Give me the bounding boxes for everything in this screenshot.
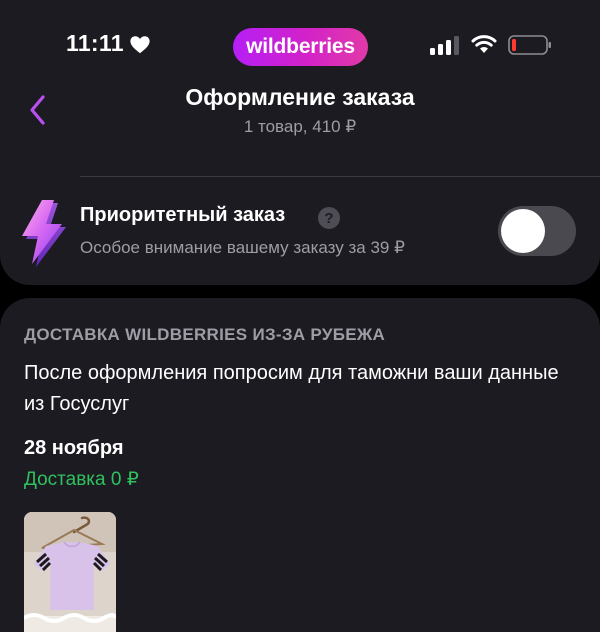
delivery-customs-note: После оформления попросим для таможни ва… (24, 362, 559, 415)
status-time: 11:11 (66, 30, 124, 56)
brand-logo: wildberries (233, 28, 368, 66)
product-image (24, 512, 116, 632)
toggle-knob (501, 209, 545, 253)
priority-order-toggle[interactable] (498, 206, 576, 256)
divider (80, 176, 600, 177)
delivery-date: 28 ноября (24, 437, 124, 459)
wifi-icon (471, 35, 497, 53)
page-title: Оформление заказа (185, 84, 415, 110)
product-thumbnail[interactable] (24, 512, 116, 632)
priority-order-description: Особое внимание вашему заказу за 39 ₽ (80, 238, 405, 257)
page-subtitle: 1 товар, 410 ₽ (243, 117, 357, 136)
delivery-heading: ДОСТАВКА WILDBERRIES ИЗ-ЗА РУБЕЖА (24, 325, 386, 344)
delivery-cost: Доставка 0 ₽ (24, 469, 139, 490)
lightning-icon (22, 200, 66, 267)
battery-icon (508, 35, 551, 55)
help-icon[interactable]: ? (318, 207, 340, 229)
priority-order-title: Приоритетный заказ (80, 204, 286, 226)
signal-icon (430, 36, 459, 55)
checkout-screen: 11:11 wildberries Оформление заказа 1 то… (0, 0, 600, 632)
heart-icon (130, 36, 150, 54)
